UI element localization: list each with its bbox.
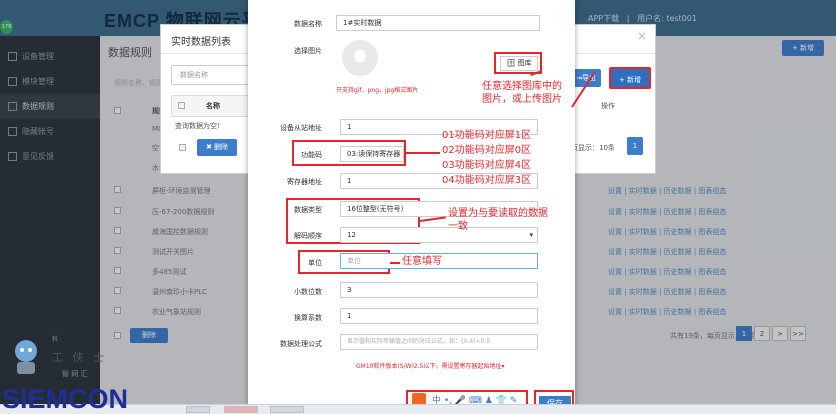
- decimal-places-label: 小数位数: [294, 288, 322, 296]
- conversion-factor-input[interactable]: 1: [340, 308, 538, 324]
- function-code-note: 02功能码对应屏0区: [442, 145, 532, 156]
- function-code-select[interactable]: 03:读保持寄存器: [340, 146, 404, 162]
- data-name-search-input[interactable]: 数据名称: [171, 65, 249, 85]
- taskbar-item[interactable]: [186, 406, 210, 413]
- modal-delete-button[interactable]: ✖ 删除: [197, 139, 237, 156]
- function-code-note: 03功能码对应屏4区: [442, 160, 532, 171]
- select-image-label: 选择图片: [294, 47, 322, 55]
- annotation-arrow: [406, 152, 440, 154]
- modal-page-1-button[interactable]: 1: [627, 137, 643, 155]
- data-type-label: 数据类型: [294, 206, 322, 214]
- version-note-link[interactable]: GM10软件版本(S/W)2.5以下，需设置寄存器起始地址▾: [356, 361, 504, 370]
- data-name-input[interactable]: 1#实时数据: [336, 15, 540, 31]
- mascot-logo: [15, 340, 37, 374]
- watermark-top: 料: [52, 336, 59, 343]
- close-icon: ✖: [205, 143, 215, 151]
- function-code-note: 04功能码对应屏3区: [442, 175, 532, 186]
- watermark-sub: 智 网 汇: [62, 370, 88, 378]
- slave-address-label: 设备从站地址: [280, 124, 322, 132]
- unit-annotation: 任意填写: [402, 256, 442, 267]
- gallery-button[interactable]: 🗄 图库: [500, 56, 538, 71]
- function-code-label: 功能码: [301, 151, 322, 159]
- modal-select-all-checkbox[interactable]: [178, 102, 185, 109]
- modal-table-header: 名称: [171, 95, 249, 117]
- gauge-needle: [354, 49, 366, 63]
- col-data-name: 名称: [206, 102, 220, 110]
- decode-order-label: 解码顺序: [294, 232, 322, 240]
- modal-col-operations: 操作: [601, 102, 615, 110]
- modal-title: 实时数据列表: [171, 37, 231, 48]
- taskbar-item[interactable]: [224, 406, 258, 413]
- annotation-arrow: [390, 262, 400, 264]
- siemcon-logo: SIEMCON: [2, 384, 129, 414]
- image-annotation: 任意选择图库中的 图片，或上传图片: [482, 81, 562, 105]
- modal-row-checkbox[interactable]: [179, 144, 186, 151]
- close-icon[interactable]: ×: [637, 29, 647, 43]
- empty-message: 查询数据为空!: [175, 122, 220, 130]
- watermark-cn: 工 侠 士: [52, 351, 107, 364]
- modal-page-info: 页显示：10条: [571, 144, 615, 152]
- taskbar-item[interactable]: [270, 406, 304, 413]
- unit-label: 单位: [308, 259, 322, 267]
- formula-label: 数据处理公式: [280, 340, 322, 348]
- modal-add-button[interactable]: + 新增: [609, 67, 651, 89]
- function-code-note: 01功能码对应屏1区: [442, 130, 532, 141]
- data-type-annotation: 设置为与要读取的数据 一致: [448, 208, 548, 232]
- chevron-down-icon: ▾: [501, 363, 505, 370]
- decimal-places-input[interactable]: 3: [340, 282, 538, 298]
- database-icon: 🗄: [506, 59, 518, 67]
- conversion-factor-label: 换算系数: [294, 314, 322, 322]
- data-name-label: 数据名称: [294, 20, 322, 28]
- formula-input[interactable]: 显示值和实际传输值之间的对应公式，如：(X-4)×0.5: [340, 334, 538, 350]
- register-address-label: 寄存器地址: [287, 178, 322, 186]
- image-format-hint: 只支持gif，png，jpg格式图片: [336, 87, 419, 94]
